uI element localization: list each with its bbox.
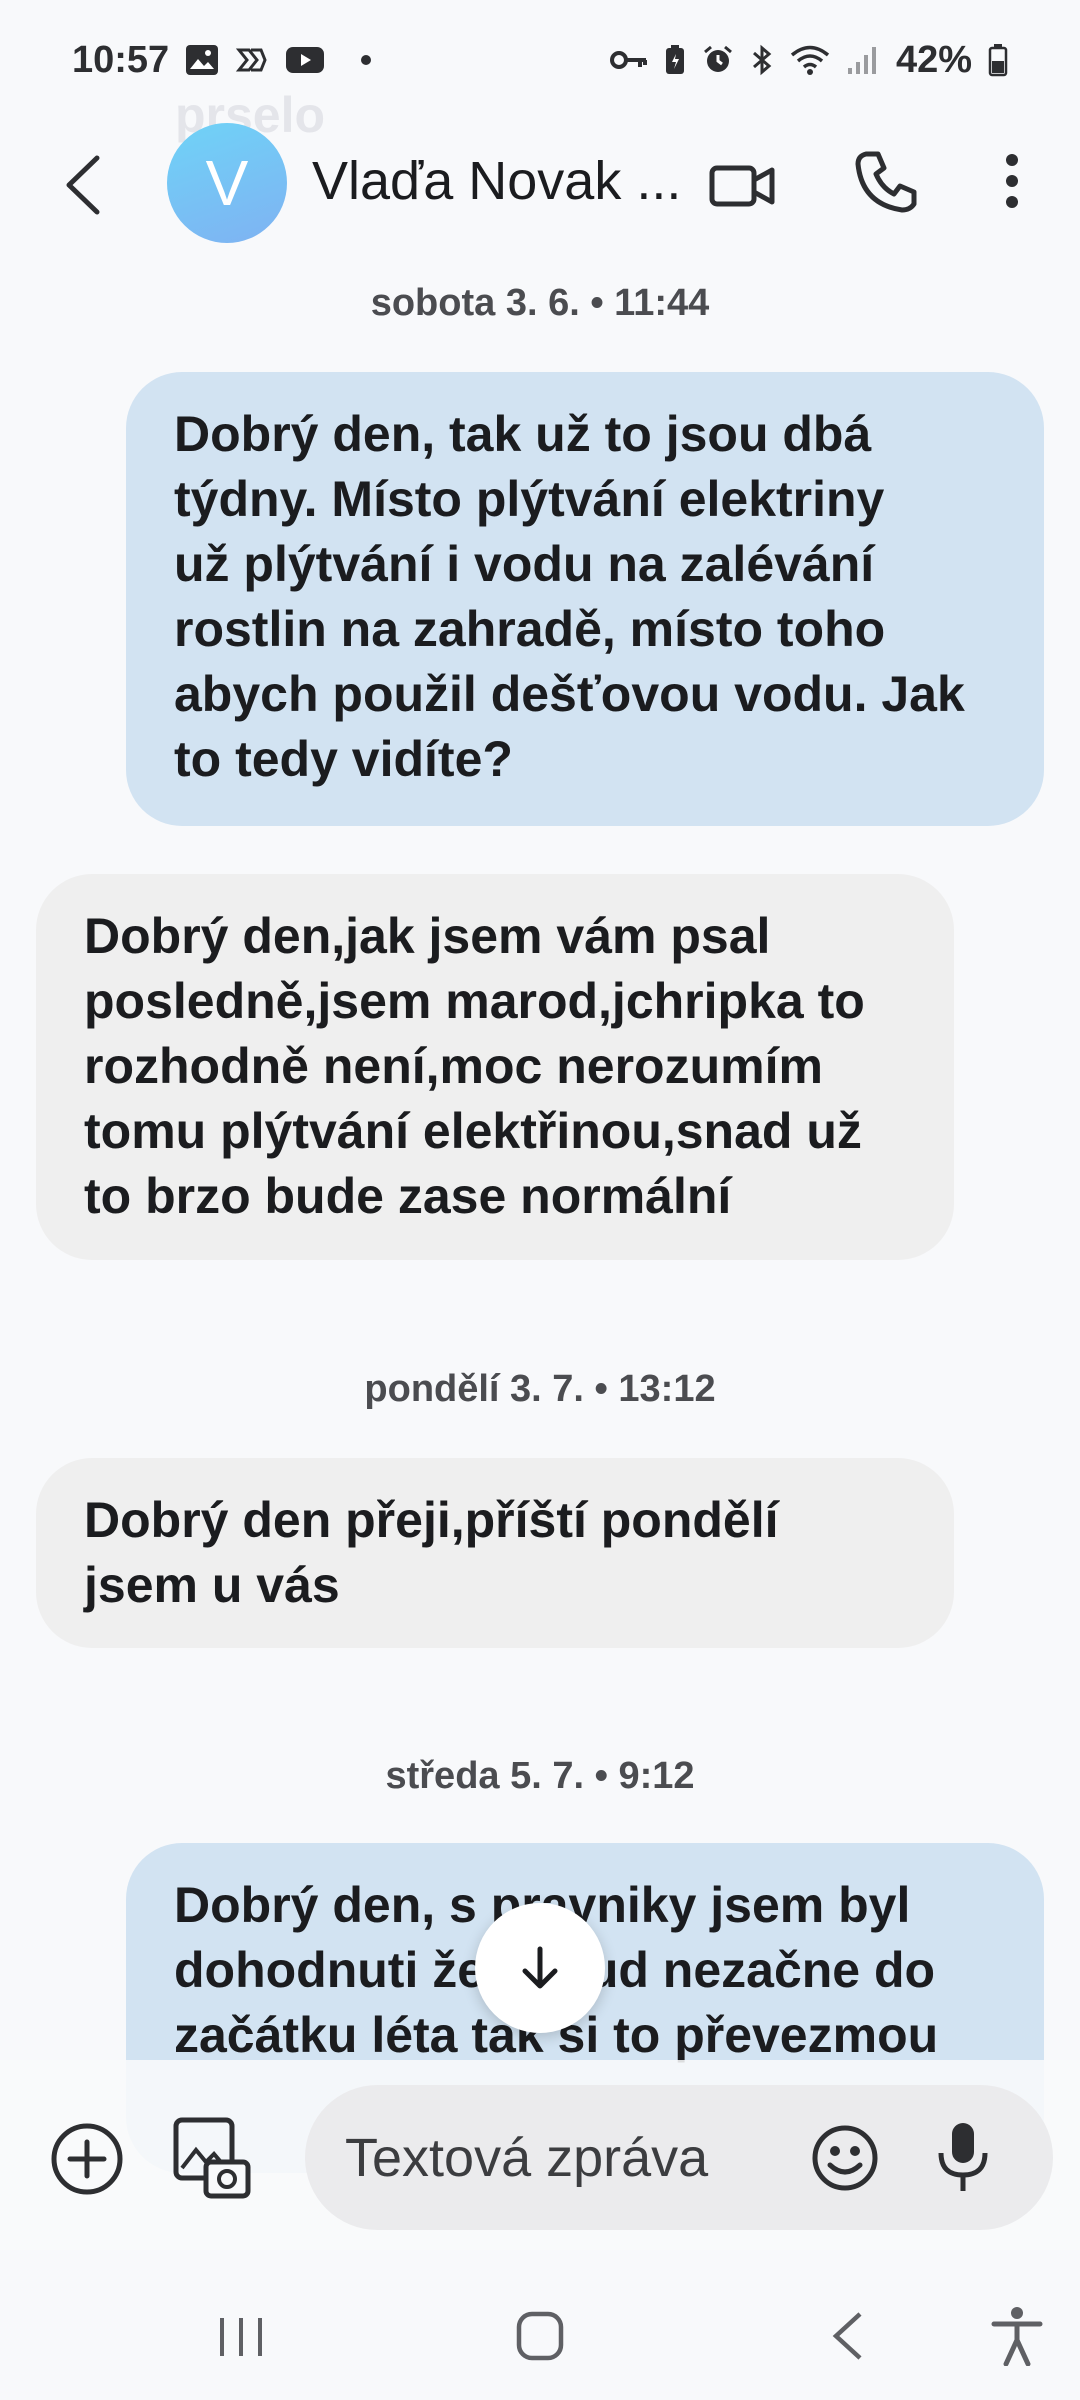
battery-percentage: 42% bbox=[895, 38, 972, 81]
app-notification-icon bbox=[236, 48, 267, 72]
battery-saver-icon bbox=[665, 45, 684, 74]
home-button[interactable] bbox=[515, 2310, 565, 2362]
status-bar: 10:57 42% bbox=[0, 0, 1080, 120]
signal-icon bbox=[847, 47, 876, 74]
video-call-button[interactable] bbox=[708, 150, 778, 220]
date-separator: středa 5. 7. • 9:12 bbox=[385, 1755, 695, 1797]
arrow-down-icon bbox=[522, 1946, 558, 1989]
phone-call-button[interactable] bbox=[852, 146, 922, 216]
incoming-message-bubble[interactable]: Dobrý den,jak jsem vám psal posledně,jse… bbox=[36, 874, 954, 1260]
status-left: 10:57 bbox=[72, 38, 372, 82]
battery-icon bbox=[988, 44, 1008, 77]
wifi-icon bbox=[790, 45, 830, 75]
gallery-camera-button[interactable] bbox=[172, 2116, 252, 2200]
recent-apps-button[interactable] bbox=[216, 2314, 266, 2360]
accessibility-icon[interactable] bbox=[990, 2306, 1044, 2366]
message-placeholder: Textová zpráva bbox=[345, 2128, 709, 2188]
more-options-button[interactable] bbox=[990, 146, 1034, 216]
back-button[interactable] bbox=[55, 150, 115, 220]
emoji-button[interactable] bbox=[810, 2123, 880, 2193]
message-input[interactable]: Textová zpráva bbox=[305, 2085, 1053, 2230]
date-separator: pondělí 3. 7. • 13:12 bbox=[364, 1368, 716, 1410]
vpn-key-icon bbox=[609, 51, 647, 69]
contact-avatar[interactable]: V bbox=[167, 123, 287, 243]
date-separator: sobota 3. 6. • 11:44 bbox=[370, 282, 710, 324]
more-notifications-dot bbox=[361, 55, 372, 65]
alarm-icon bbox=[703, 45, 732, 72]
status-time: 10:57 bbox=[72, 38, 170, 81]
conversation-header: V Vlaďa Novak ... bbox=[0, 120, 1080, 245]
bluetooth-icon bbox=[752, 44, 772, 76]
youtube-icon bbox=[286, 47, 325, 73]
add-attachment-button[interactable] bbox=[50, 2122, 124, 2196]
incoming-message-bubble[interactable]: Dobrý den přeji,příští pondělí jsem u vá… bbox=[36, 1458, 954, 1648]
microphone-button[interactable] bbox=[933, 2119, 993, 2195]
scroll-to-bottom-button[interactable] bbox=[475, 1903, 605, 2033]
contact-name[interactable]: Vlaďa Novak ... bbox=[312, 150, 682, 212]
navigation-bar bbox=[0, 2270, 1080, 2400]
outgoing-message-bubble[interactable]: Dobrý den, tak už to jsou dbá týdny. Mís… bbox=[126, 372, 1044, 826]
system-back-button[interactable] bbox=[830, 2310, 866, 2362]
status-right: 42% bbox=[609, 38, 1008, 82]
image-notification-icon bbox=[186, 45, 219, 75]
